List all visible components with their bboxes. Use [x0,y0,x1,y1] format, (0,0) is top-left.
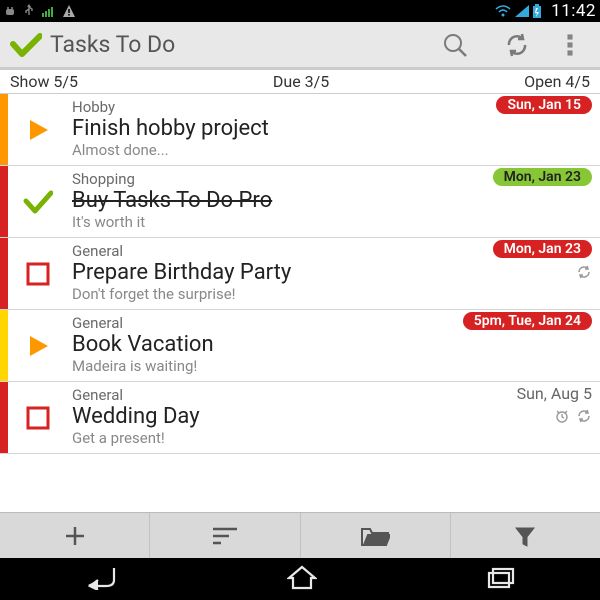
recents-button[interactable] [486,565,516,593]
recents-icon [486,565,516,589]
plus-icon [62,523,88,549]
play-icon [24,116,52,144]
task-state[interactable] [8,94,68,165]
priority-stripe [0,238,8,309]
task-category: General [72,386,590,404]
checkbox-empty-icon [26,406,50,430]
priority-stripe [0,310,8,381]
priority-stripe [0,166,8,237]
folder-icon [360,525,390,547]
app-logo-icon[interactable] [8,32,44,58]
android-status-bar: 11:42 [0,0,600,22]
back-icon [84,564,118,590]
signal-icon [515,5,529,17]
back-button[interactable] [84,564,118,594]
due-badge: 5pm, Tue, Jan 24 [463,312,592,330]
task-note: It's worth it [72,213,590,231]
signal-mini-icon [42,5,54,17]
filter-show[interactable]: Show 5/5 [10,72,78,91]
app-title: Tasks To Do [50,31,175,58]
task-item[interactable]: Mon, Jan 23 General Prepare Birthday Par… [0,238,600,310]
task-title: Prepare Birthday Party [72,260,590,285]
android-nav-bar [0,558,600,600]
add-task-button[interactable] [0,513,150,558]
priority-stripe [0,94,8,165]
task-state[interactable] [8,238,68,309]
task-item[interactable]: Mon, Jan 23 Shopping Buy Tasks To Do Pro… [0,166,600,238]
task-item[interactable]: Sun, Aug 5 General Wedding Day Get a pre… [0,382,600,454]
due-text: Sun, Aug 5 [517,384,592,403]
android-icon [4,5,16,17]
folder-button[interactable] [301,513,451,558]
task-state[interactable] [8,382,68,453]
search-icon [442,32,468,58]
alarm-icon [554,408,570,424]
overflow-menu-button[interactable] [548,21,592,69]
filter-due[interactable]: Due 3/5 [78,72,524,91]
task-note: Get a present! [72,429,590,447]
overflow-menu-icon [566,33,574,57]
task-title: Buy Tasks To Do Pro [72,188,590,213]
due-badge: Sun, Jan 15 [496,96,592,114]
task-note: Don't forget the surprise! [72,285,590,303]
search-button[interactable] [424,21,486,69]
priority-stripe [0,382,8,453]
clock-text: 11:42 [551,1,596,21]
refresh-icon [504,32,530,58]
task-state[interactable] [8,166,68,237]
repeat-icon [576,264,592,280]
sort-button[interactable] [150,513,300,558]
task-note: Madeira is waiting! [72,357,590,375]
home-button[interactable] [287,564,317,594]
battery-icon [533,4,541,18]
task-title: Book Vacation [72,332,590,357]
task-title: Finish hobby project [72,116,590,141]
wifi-icon [495,5,511,17]
warning-icon [62,4,76,18]
filter-button[interactable] [451,513,600,558]
task-title: Wedding Day [72,404,590,429]
task-item[interactable]: 5pm, Tue, Jan 24 General Book Vacation M… [0,310,600,382]
sort-icon [211,525,239,547]
task-note: Almost done... [72,141,590,159]
due-badge: Mon, Jan 23 [493,240,592,258]
refresh-button[interactable] [486,21,548,69]
task-list[interactable]: Sun, Jan 15 Hobby Finish hobby project A… [0,94,600,512]
play-icon [24,332,52,360]
filter-summary-row: Show 5/5 Due 3/5 Open 4/5 [0,70,600,94]
usb-icon [24,4,34,18]
funnel-icon [513,524,537,548]
due-badge: Mon, Jan 23 [493,168,592,186]
task-item[interactable]: Sun, Jan 15 Hobby Finish hobby project A… [0,94,600,166]
filter-open[interactable]: Open 4/5 [524,72,590,91]
app-header: Tasks To Do [0,22,600,70]
check-icon [23,189,53,215]
checkbox-empty-icon [26,262,50,286]
bottom-toolbar [0,512,600,558]
task-state[interactable] [8,310,68,381]
home-icon [287,564,317,590]
repeat-icon [576,408,592,424]
